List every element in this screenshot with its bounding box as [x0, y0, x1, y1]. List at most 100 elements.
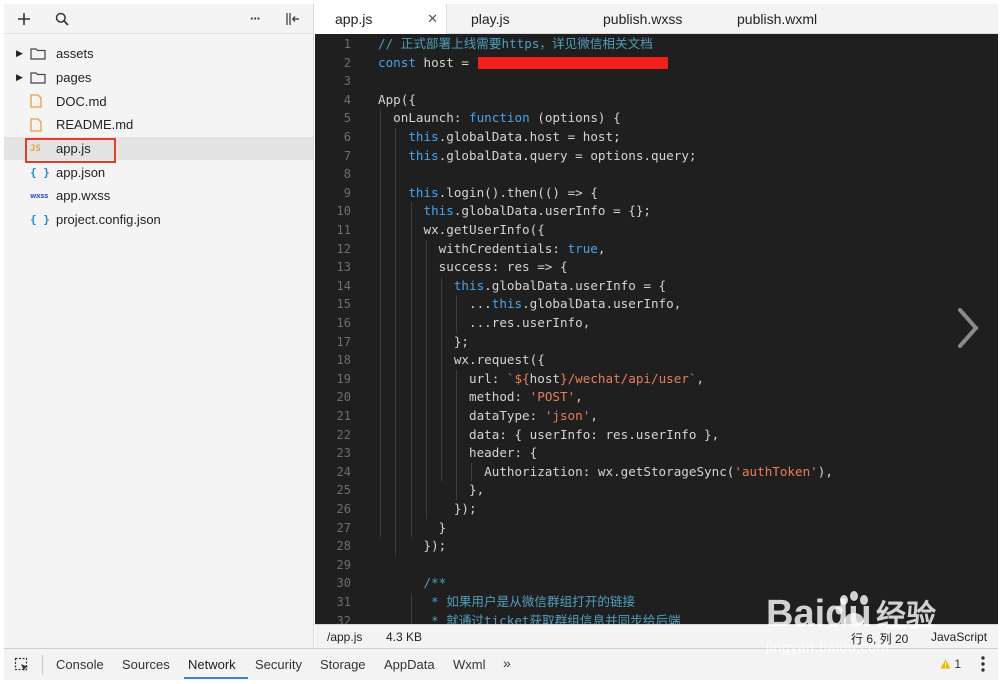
- code-line[interactable]: onLaunch: function (options) {: [378, 109, 621, 128]
- tree-item-label: README.md: [56, 117, 134, 133]
- code-editor[interactable]: 1 2 3 4 5 6 7 8 9 10 11 12 13 14 15 16 17 18 19 20 21 22 23 24 2…: [315, 34, 998, 624]
- more-options-button[interactable]: ···: [243, 7, 267, 31]
- code-line[interactable]: wx.getUserInfo({: [378, 221, 544, 240]
- code-line[interactable]: success: res => {: [378, 258, 568, 277]
- line-number: 26: [336, 502, 351, 516]
- tab-appdata[interactable]: AppData: [384, 657, 435, 672]
- code-line[interactable]: const host =: [378, 54, 668, 73]
- code-line[interactable]: this.globalData.host = host;: [378, 128, 620, 147]
- json-file-icon: { }: [30, 213, 50, 227]
- code-line[interactable]: method: 'POST',: [378, 388, 583, 407]
- json-file-icon: { }: [30, 165, 50, 179]
- code-line[interactable]: /**: [378, 574, 446, 593]
- line-number: 5: [343, 111, 351, 126]
- tab-label: publish.wxml: [737, 11, 818, 27]
- tree-item-label: app.js: [56, 141, 91, 157]
- folder-icon: [30, 71, 52, 84]
- tree-item-label: pages: [56, 70, 92, 86]
- search-icon: [55, 12, 69, 26]
- code-line[interactable]: data: { userInfo: res.userInfo },: [378, 426, 719, 445]
- redaction-mark: [477, 57, 668, 70]
- plus-icon: [18, 12, 30, 25]
- cursor-position[interactable]: 行 6, 列 20: [851, 630, 908, 647]
- code-line[interactable]: App({: [378, 91, 416, 110]
- tree-item-app-js[interactable]: JS app.js: [4, 136, 313, 163]
- line-number: 21: [336, 409, 351, 423]
- code-line[interactable]: url: `${host}/wechat/api/user`,: [378, 370, 704, 389]
- code-line[interactable]: dataType: 'json',: [378, 407, 598, 426]
- code-line[interactable]: }: [378, 519, 447, 538]
- search-button[interactable]: [50, 7, 74, 31]
- code-line[interactable]: Authorization: wx.getStorageSync('authTo…: [378, 463, 833, 482]
- code-line[interactable]: });: [378, 500, 477, 519]
- tree-item-app-json[interactable]: { } app.json: [4, 160, 313, 184]
- code-line[interactable]: withCredentials: true,: [378, 240, 606, 259]
- line-number: 16: [336, 316, 351, 330]
- tree-item-assets-folder[interactable]: ▶ assets: [4, 42, 313, 66]
- tree-item-label: assets: [56, 46, 94, 62]
- code-line[interactable]: ...res.userInfo,: [378, 314, 590, 333]
- line-number: 15: [336, 297, 351, 312]
- tree-item-doc-md[interactable]: DOC.md: [4, 89, 313, 113]
- line-number: 11: [336, 223, 351, 237]
- line-number: 12: [336, 241, 351, 256]
- explorer-toolbar: ···: [4, 4, 313, 34]
- line-number: 22: [336, 427, 351, 442]
- line-number: 32: [336, 613, 351, 624]
- tab-publish-wxss[interactable]: publish.wxss: [597, 4, 731, 34]
- add-file-button[interactable]: [12, 7, 36, 31]
- expand-arrow-icon[interactable]: ▶: [16, 48, 30, 59]
- line-number: 29: [336, 557, 351, 572]
- tree-item-label: DOC.md: [56, 93, 107, 109]
- language-mode[interactable]: JavaScript: [931, 630, 987, 644]
- code-line[interactable]: header: {: [378, 444, 537, 463]
- folder-icon: [30, 47, 52, 60]
- chevron-right-icon[interactable]: [952, 306, 982, 350]
- inspect-element-icon[interactable]: [14, 657, 30, 673]
- collapse-panel-icon: [286, 12, 299, 25]
- warning-indicator[interactable]: 1: [940, 657, 961, 671]
- code-line[interactable]: wx.request({: [378, 351, 545, 370]
- tab-console[interactable]: Console: [56, 657, 104, 672]
- tree-item-readme-md[interactable]: README.md: [4, 113, 313, 137]
- collapse-sidebar-button[interactable]: [281, 7, 305, 31]
- code-line[interactable]: this.globalData.query = options.query;: [378, 147, 696, 166]
- file-size: 4.3 KB: [386, 630, 423, 644]
- tab-play-js[interactable]: play.js: [447, 4, 597, 34]
- code-line[interactable]: this.globalData.userInfo = {};: [378, 202, 651, 221]
- line-number: 17: [336, 334, 351, 349]
- tab-storage[interactable]: Storage: [320, 657, 366, 672]
- tab-security[interactable]: Security: [255, 657, 302, 672]
- more-tabs-button[interactable]: »: [503, 655, 511, 671]
- tab-publish-wxml[interactable]: publish.wxml: [731, 4, 861, 34]
- tab-wxml[interactable]: Wxml: [453, 657, 486, 672]
- tree-item-pages-folder[interactable]: ▶ pages: [4, 66, 313, 90]
- wxss-file-icon: wxss: [30, 191, 49, 200]
- vertical-more-icon[interactable]: [980, 655, 986, 673]
- code-line[interactable]: * 就通过ticket获取群组信息并同步给后端: [378, 612, 681, 624]
- line-number: 14: [336, 278, 351, 293]
- line-number: 6: [343, 130, 351, 144]
- code-line[interactable]: });: [378, 537, 446, 556]
- devtools-panel-bar: Console Sources Network Security Storage…: [4, 648, 998, 680]
- tree-item-project-config-json[interactable]: { } project.config.json: [4, 208, 313, 232]
- warning-count: 1: [954, 657, 962, 671]
- line-number: 24: [336, 464, 351, 479]
- code-line[interactable]: // 正式部署上线需要https，详见微信相关文档: [378, 35, 653, 54]
- code-line[interactable]: ...this.globalData.userInfo,: [378, 295, 681, 314]
- code-line[interactable]: * 如果用户是从微信群组打开的链接: [378, 593, 635, 612]
- code-line[interactable]: this.login().then(() => {: [378, 184, 598, 203]
- close-icon[interactable]: ✕: [427, 11, 438, 27]
- code-line[interactable]: this.globalData.userInfo = {: [378, 277, 666, 296]
- tab-network[interactable]: Network: [188, 657, 236, 672]
- line-number: 10: [336, 204, 351, 219]
- code-content[interactable]: // 正式部署上线需要https，详见微信相关文档 const host = Ap…: [378, 34, 998, 624]
- tab-sources[interactable]: Sources: [122, 657, 170, 672]
- code-line[interactable]: };: [378, 333, 469, 352]
- tab-app-js[interactable]: app.js ✕: [315, 4, 447, 34]
- code-line[interactable]: },: [378, 481, 484, 500]
- tree-item-app-wxss[interactable]: wxss app.wxss: [4, 184, 313, 208]
- warning-icon: [940, 659, 951, 669]
- file-path: /app.js: [327, 630, 363, 644]
- expand-arrow-icon[interactable]: ▶: [16, 72, 30, 83]
